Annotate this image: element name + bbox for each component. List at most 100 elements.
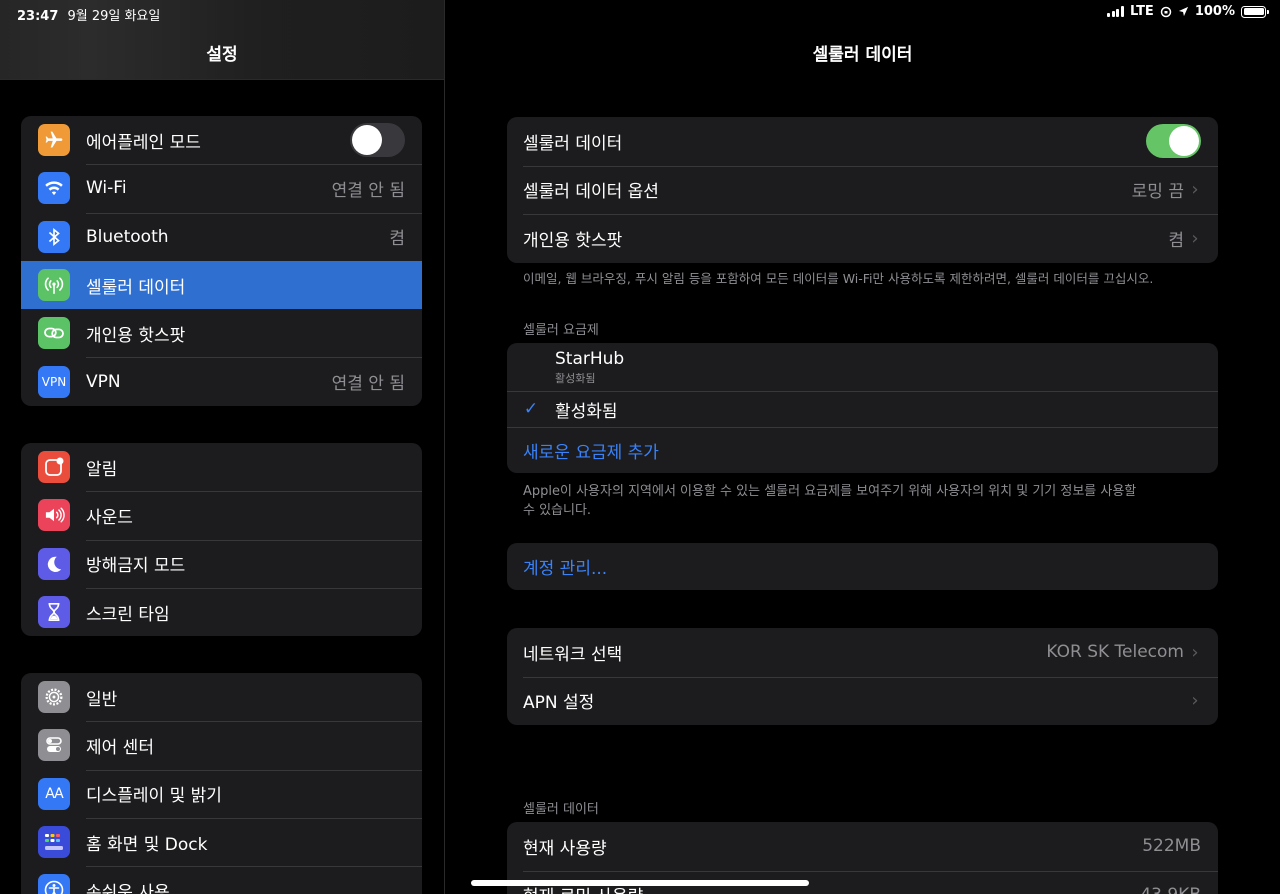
checkmark-icon: ✓: [523, 399, 539, 419]
sidebar-item-label: 사운드: [86, 507, 133, 528]
gear-icon: [38, 681, 70, 714]
switches-icon: [38, 729, 70, 762]
hotspot-label: 개인용 핫스팟: [523, 230, 623, 251]
split-divider: [444, 0, 445, 894]
current-usage-row: 현재 사용량 522MB: [507, 822, 1218, 871]
sidebar-item-label: 손쉬운 사용: [86, 882, 170, 894]
usage-section-header: 셀룰러 데이터: [523, 802, 599, 817]
cellular-data-toggle[interactable]: [1146, 124, 1201, 159]
signal-icon: [1107, 6, 1124, 17]
plan-active-label: 활성화됨: [555, 401, 618, 422]
sidebar-item-bluetooth[interactable]: Bluetooth 켬: [21, 212, 422, 261]
moon-icon: [38, 547, 70, 580]
status-time-value: 23:47: [17, 9, 59, 24]
sidebar-item-hotspot[interactable]: 개인용 핫스팟: [21, 309, 422, 357]
cellular-options-value: 로밍 끔: [1131, 182, 1184, 203]
cellular-data-label: 셀룰러 데이터: [523, 133, 623, 154]
current-usage-value: 522MB: [1142, 836, 1201, 857]
sidebar-item-display[interactable]: AA 디스플레이 및 밝기: [21, 769, 422, 818]
settings-sidebar: 설정 에어플레인 모드 Wi-Fi 연결 안 됨 Bluetooth 켬 셀룰러…: [0, 0, 444, 894]
home-grid-icon: [38, 826, 70, 859]
cellular-footnote: 이메일, 웹 브라우징, 푸시 알림 등을 포함하여 모든 데이터를 Wi-Fi…: [523, 271, 1154, 286]
chevron-right-icon: ›: [1191, 690, 1199, 712]
plans-group: StarHub 활성화됨 ✓ 활성화됨 새로운 요금제 추가: [507, 343, 1218, 473]
sidebar-item-cellular[interactable]: 셀룰러 데이터: [21, 260, 422, 310]
sidebar-title: 설정: [206, 45, 238, 65]
sidebar-item-label: Wi-Fi: [86, 178, 127, 199]
network-select-value: KOR SK Telecom: [1046, 642, 1184, 663]
text-size-icon: AA: [38, 777, 70, 810]
hotspot-row[interactable]: 개인용 핫스팟 켬 ›: [507, 214, 1218, 263]
hotspot-icon: [38, 317, 70, 350]
current-usage-label: 현재 사용량: [523, 838, 607, 859]
accessibility-icon: [38, 874, 70, 894]
apn-settings-row[interactable]: APN 설정 ›: [507, 676, 1218, 726]
toggle-knob: [1169, 126, 1199, 157]
wifi-status: 연결 안 됨: [331, 180, 405, 201]
sidebar-item-label: 홈 화면 및 Dock: [86, 834, 208, 855]
sidebar-item-sound[interactable]: 사운드: [21, 491, 422, 539]
bluetooth-icon: [38, 220, 70, 253]
sidebar-item-do-not-disturb[interactable]: 방해금지 모드: [21, 539, 422, 588]
sidebar-item-label: 에어플레인 모드: [86, 132, 201, 153]
vpn-status: 연결 안 됨: [331, 374, 405, 395]
sidebar-item-notifications[interactable]: 알림: [21, 443, 422, 491]
network-type: LTE: [1129, 4, 1154, 19]
plan-name: StarHub: [555, 348, 625, 369]
connectivity-group: 에어플레인 모드 Wi-Fi 연결 안 됨 Bluetooth 켬 셀룰러 데이…: [21, 116, 422, 406]
sidebar-item-label: 일반: [86, 689, 118, 710]
sidebar-item-accessibility[interactable]: 손쉬운 사용: [21, 866, 422, 894]
chevron-right-icon: ›: [1191, 179, 1199, 201]
plans-section-header: 셀룰러 요금제: [523, 323, 599, 338]
status-time: 23:47 9월 29일 화요일: [17, 5, 160, 24]
sidebar-item-label: 셀룰러 데이터: [86, 277, 186, 298]
bluetooth-status: 켬: [389, 229, 405, 250]
airplane-mode-toggle[interactable]: [350, 123, 405, 158]
sidebar-item-screen-time[interactable]: 스크린 타임: [21, 587, 422, 636]
sidebar-item-label: Bluetooth: [86, 226, 169, 247]
sidebar-item-wifi[interactable]: Wi-Fi 연결 안 됨: [21, 164, 422, 212]
network-group: 네트워크 선택 KOR SK Telecom › APN 설정 ›: [507, 628, 1218, 725]
sidebar-item-vpn[interactable]: VPN VPN 연결 안 됨: [21, 357, 422, 405]
add-plan-button[interactable]: 새로운 요금제 추가: [507, 427, 1218, 473]
location-icon: [1178, 6, 1188, 17]
network-select-row[interactable]: 네트워크 선택 KOR SK Telecom ›: [507, 628, 1218, 677]
battery-percent: 100%: [1194, 4, 1235, 19]
sidebar-item-label: 개인용 핫스팟: [86, 325, 186, 346]
sidebar-item-label: 디스플레이 및 밝기: [86, 786, 222, 807]
account-group: 계정 관리...: [507, 543, 1218, 590]
apn-settings-label: APN 설정: [523, 693, 595, 714]
manage-account-label: 계정 관리...: [523, 559, 608, 579]
chevron-right-icon: ›: [1191, 227, 1199, 249]
antenna-icon: [38, 269, 70, 302]
plans-footnote: Apple이 사용자의 지역에서 이용할 수 있는 셀룰러 요금제를 보여주기 …: [523, 484, 1137, 518]
manage-account-button[interactable]: 계정 관리...: [507, 543, 1218, 590]
battery-icon: [1241, 5, 1269, 18]
sidebar-item-general[interactable]: 일반: [21, 673, 422, 721]
notifications-group: 알림 사운드 방해금지 모드 스크린 타임: [21, 443, 422, 637]
toggle-knob: [352, 125, 382, 156]
plan-active-row[interactable]: ✓ 활성화됨: [507, 391, 1218, 427]
chevron-right-icon: ›: [1191, 641, 1199, 663]
hotspot-value: 켬: [1168, 230, 1184, 251]
sidebar-item-control-center[interactable]: 제어 센터: [21, 721, 422, 769]
sidebar-item-label: 제어 센터: [86, 737, 154, 758]
sidebar-item-home-screen[interactable]: 홈 화면 및 Dock: [21, 817, 422, 866]
plan-starhub[interactable]: StarHub 활성화됨: [507, 343, 1218, 391]
wifi-icon: [38, 172, 70, 205]
airplane-icon: [38, 124, 70, 157]
cellular-options-row[interactable]: 셀룰러 데이터 옵션 로밍 끔 ›: [507, 165, 1218, 215]
status-date: 9월 29일 화요일: [67, 9, 161, 24]
cellular-data-row: 셀룰러 데이터: [507, 117, 1218, 166]
roaming-usage-value: 43.9KB: [1140, 885, 1201, 894]
home-indicator[interactable]: [471, 880, 809, 886]
sidebar-item-label: 방해금지 모드: [86, 556, 186, 577]
orientation-lock-icon: [1160, 6, 1172, 17]
sidebar-item-label: VPN: [86, 371, 121, 392]
vpn-icon: VPN: [38, 365, 70, 398]
status-indicators: LTE 100%: [1107, 4, 1269, 19]
sidebar-item-airplane-mode[interactable]: 에어플레인 모드: [21, 116, 422, 164]
plan-status: 활성화됨: [555, 371, 596, 385]
general-group: 일반 제어 센터 AA 디스플레이 및 밝기 홈 화면 및 Dock 손쉬운 사…: [21, 673, 422, 894]
sidebar-item-label: 알림: [86, 459, 118, 480]
